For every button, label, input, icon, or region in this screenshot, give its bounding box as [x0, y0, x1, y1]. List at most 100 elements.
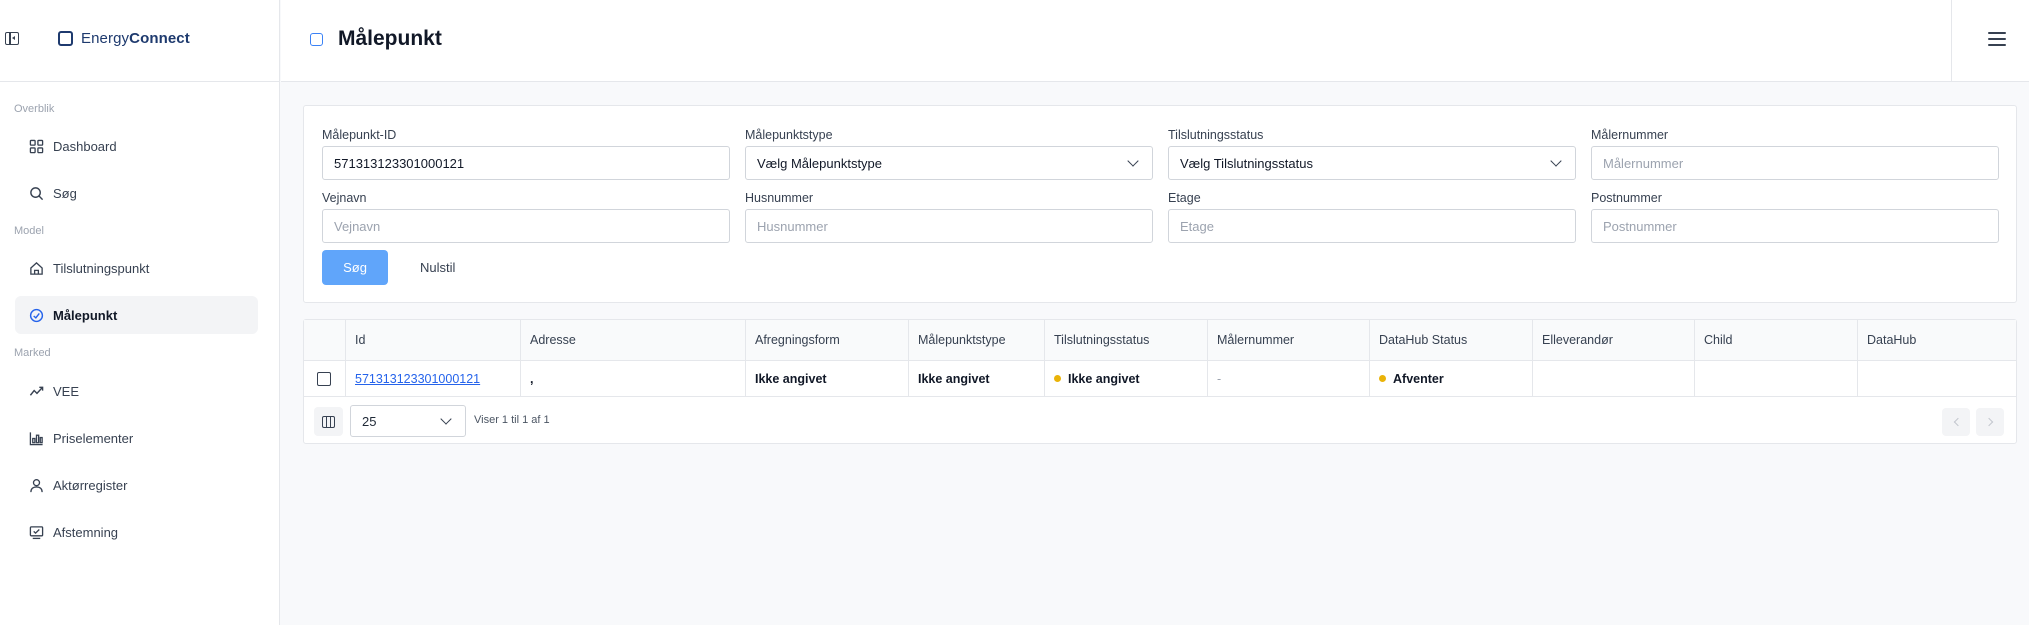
- field-husnummer: Husnummer: [745, 191, 1153, 243]
- sidebar-item-aktorregister[interactable]: Aktørregister: [15, 466, 258, 504]
- table-row[interactable]: 571313123301000121 , Ikke angivet Ikke a…: [304, 361, 2016, 397]
- column-header-datahub-status[interactable]: DataHub Status: [1370, 320, 1533, 360]
- sidebar-item-label: Aktørregister: [53, 477, 128, 493]
- row-checkbox[interactable]: [317, 371, 331, 386]
- field-malernummer: Målernummer: [1591, 128, 1999, 180]
- column-header-datahub[interactable]: DataHub: [1858, 320, 2018, 360]
- sidebar-item-label: Afstemning: [53, 524, 119, 540]
- column-header-elleverandor[interactable]: Elleverandør: [1533, 320, 1695, 360]
- column-header-afregningsform[interactable]: Afregningsform: [746, 320, 909, 360]
- sidebar-item-label: Dashboard: [53, 138, 117, 154]
- cell-datahub-status: Afventer: [1370, 361, 1533, 396]
- table-footer: 25 Viser 1 til 1 af 1: [304, 398, 2016, 444]
- postnummer-input[interactable]: [1591, 209, 1999, 243]
- malepunkt-id-input[interactable]: [322, 146, 730, 180]
- chevron-down-icon: [440, 413, 452, 425]
- chevron-left-icon: [1953, 417, 1962, 427]
- field-label: Målepunkt-ID: [322, 128, 397, 142]
- sidebar-item-label: VEE: [53, 383, 80, 399]
- malepunktstype-select[interactable]: Vælg Målepunktstype: [745, 146, 1153, 180]
- field-malepunktstype: Målepunktstype Vælg Målepunktstype: [745, 128, 1153, 180]
- logo-text: EnergyConnect: [81, 30, 190, 47]
- chevron-down-icon: [1550, 155, 1562, 167]
- check-screen-icon: [29, 525, 44, 539]
- reset-button[interactable]: Nulstil: [408, 250, 467, 285]
- sidebar-item-dashboard[interactable]: Dashboard: [15, 127, 258, 165]
- cell-malernummer: -: [1208, 361, 1370, 396]
- cell-child: [1695, 361, 1858, 396]
- husnummer-input[interactable]: [745, 209, 1153, 243]
- row-select-cell: [304, 361, 346, 396]
- page-size-value: 25: [362, 413, 377, 429]
- column-header-adresse[interactable]: Adresse: [521, 320, 746, 360]
- field-etage: Etage: [1168, 191, 1576, 243]
- cell-adresse: ,: [521, 361, 746, 396]
- columns-icon: [322, 415, 335, 428]
- cell-elleverandor: [1533, 361, 1695, 396]
- malepunkt-id-link[interactable]: 571313123301000121: [355, 372, 480, 386]
- sidebar-toggle-icon[interactable]: [5, 32, 19, 45]
- field-label: Vejnavn: [322, 191, 367, 205]
- sidebar-item-label: Målepunkt: [53, 307, 118, 323]
- previous-page-button[interactable]: [1942, 408, 1970, 436]
- page-header: Målepunkt: [281, 0, 2029, 82]
- menu-icon[interactable]: [1988, 32, 2006, 46]
- sidebar-item-tilslutningspunkt[interactable]: Tilslutningspunkt: [15, 249, 258, 287]
- select-value: Vælg Tilslutningsstatus: [1180, 155, 1313, 171]
- cell-tilslutningsstatus: Ikke angivet: [1045, 361, 1208, 396]
- chevron-down-icon: [1127, 155, 1139, 167]
- page-icon: [310, 33, 323, 46]
- chevron-right-icon: [1984, 417, 1993, 427]
- column-header-malepunktstype[interactable]: Målepunktstype: [909, 320, 1045, 360]
- section-label-overblik: Overblik: [14, 103, 55, 115]
- next-page-button[interactable]: [1976, 408, 2004, 436]
- sidebar-item-label: Søg: [53, 185, 77, 201]
- cell-id: 571313123301000121: [346, 361, 521, 396]
- cell-afregningsform: Ikke angivet: [746, 361, 909, 396]
- column-header-malernummer[interactable]: Målernummer: [1208, 320, 1370, 360]
- status-dot-icon: [1054, 375, 1061, 382]
- gauge-icon: [29, 308, 44, 322]
- logo[interactable]: EnergyConnect: [58, 30, 190, 47]
- sidebar-header: EnergyConnect: [0, 0, 279, 82]
- results-table: Id Adresse Afregningsform Målepunktstype…: [303, 319, 2017, 444]
- field-label: Tilslutningsstatus: [1168, 128, 1264, 142]
- sidebar-item-sog[interactable]: Søg: [15, 174, 258, 212]
- sidebar-item-afstemning[interactable]: Afstemning: [15, 513, 258, 551]
- home-icon: [30, 261, 43, 275]
- sidebar-item-malepunkt[interactable]: Målepunkt: [15, 296, 258, 334]
- tilslutningsstatus-select[interactable]: Vælg Tilslutningsstatus: [1168, 146, 1576, 180]
- malernummer-input[interactable]: [1591, 146, 1999, 180]
- user-icon: [30, 478, 43, 492]
- vejnavn-input[interactable]: [322, 209, 730, 243]
- status-text: Ikke angivet: [1068, 371, 1140, 386]
- column-header-id[interactable]: Id: [346, 320, 521, 360]
- field-label: Målepunktstype: [745, 128, 833, 142]
- column-header-child[interactable]: Child: [1695, 320, 1858, 360]
- etage-input[interactable]: [1168, 209, 1576, 243]
- sidebar: EnergyConnect Overblik Dashboard Søg Mod…: [0, 0, 280, 625]
- filter-panel: Målepunkt-ID Målepunktstype Vælg Målepun…: [303, 105, 2017, 303]
- grid-icon: [29, 139, 44, 153]
- table-header: Id Adresse Afregningsform Målepunktstype…: [304, 320, 2016, 361]
- field-vejnavn: Vejnavn: [322, 191, 730, 243]
- cell-malepunktstype: Ikke angivet: [909, 361, 1045, 396]
- header-select-cell: [304, 320, 346, 360]
- field-label: Målernummer: [1591, 128, 1669, 142]
- sidebar-item-priselementer[interactable]: Priselementer: [15, 419, 258, 457]
- sidebar-item-label: Tilslutningspunkt: [53, 260, 150, 276]
- column-header-tilslutningsstatus[interactable]: Tilslutningsstatus: [1045, 320, 1208, 360]
- sidebar-item-label: Priselementer: [53, 430, 134, 446]
- cell-datahub: [1858, 361, 2018, 396]
- status-text: Afventer: [1393, 371, 1444, 386]
- columns-toggle-button[interactable]: [314, 407, 343, 436]
- empty-value: -: [1217, 371, 1222, 386]
- search-button[interactable]: Søg: [322, 250, 388, 285]
- select-value: Vælg Målepunktstype: [757, 155, 883, 171]
- sidebar-item-vee[interactable]: VEE: [15, 372, 258, 410]
- section-label-marked: Marked: [14, 347, 51, 359]
- logo-mark-icon: [58, 31, 73, 46]
- page-size-select[interactable]: 25: [350, 405, 466, 437]
- header-divider: [1951, 0, 1952, 82]
- section-label-model: Model: [14, 225, 44, 237]
